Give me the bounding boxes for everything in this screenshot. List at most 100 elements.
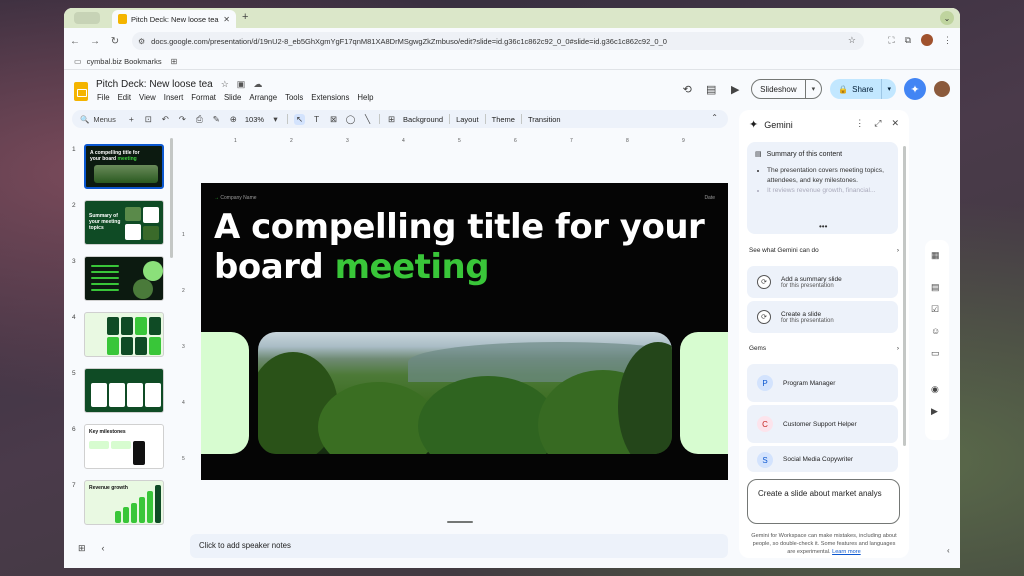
slide-title[interactable]: A compelling title for your board meetin…: [214, 207, 728, 287]
move-folder-icon[interactable]: ▣: [237, 79, 246, 90]
gem-customer-support-helper[interactable]: C Customer Support Helper: [747, 405, 898, 443]
shape-icon[interactable]: ◯: [345, 114, 356, 125]
slide-thumbnail-6[interactable]: Key milestones: [84, 424, 164, 469]
more-dots-icon[interactable]: •••: [819, 222, 827, 231]
date-text[interactable]: Date: [704, 195, 715, 201]
action-create-slide[interactable]: ⟳ Create a slide for this presentation: [747, 301, 898, 333]
new-slide-icon[interactable]: +: [126, 114, 137, 124]
slide-thumbnail-2[interactable]: Summary of your meeting topics: [84, 200, 164, 245]
notes-resize-handle[interactable]: [447, 521, 473, 523]
menu-edit[interactable]: Edit: [118, 93, 131, 102]
menu-view[interactable]: View: [139, 93, 156, 102]
close-tab-icon[interactable]: ✕: [223, 15, 230, 24]
transition-button[interactable]: Transition: [528, 115, 561, 124]
reload-icon[interactable]: ↻: [106, 36, 124, 47]
slides-logo-icon[interactable]: [74, 82, 88, 101]
tab-search-button[interactable]: [74, 12, 100, 24]
slide-canvas[interactable]: Company Name Date A compelling title for…: [201, 183, 728, 480]
gemini-spark-icon[interactable]: ✦: [904, 78, 926, 100]
bookmark-star-icon[interactable]: ☆: [848, 35, 856, 46]
slide-thumbnail-5[interactable]: [84, 368, 164, 413]
action-add-summary-slide[interactable]: ⟳ Add a summary slide for this presentati…: [747, 266, 898, 298]
side-panel-collapse-icon[interactable]: ‹: [947, 546, 950, 555]
learn-more-link[interactable]: Learn more: [832, 549, 861, 555]
drive-folder-icon[interactable]: ▭: [931, 348, 940, 359]
star-icon[interactable]: ☆: [221, 79, 229, 90]
layout-button[interactable]: Layout: [456, 115, 479, 124]
slide-thumbnail-1[interactable]: A compelling title for your board meetin…: [84, 144, 164, 189]
summary-card[interactable]: ▤ Summary of this content The presentatio…: [747, 142, 898, 234]
menu-tools[interactable]: Tools: [285, 93, 303, 102]
slideshow-dropdown-icon[interactable]: ▾: [804, 80, 822, 98]
calendar-icon[interactable]: ▦: [931, 250, 940, 261]
paint-format-icon[interactable]: ✎: [211, 114, 222, 125]
print-icon[interactable]: ⎙: [194, 114, 205, 125]
tasks-icon[interactable]: ☑: [931, 304, 939, 315]
share-button[interactable]: 🔒 Share: [830, 79, 881, 99]
forward-arrow-icon[interactable]: →: [86, 36, 104, 47]
meet-camera-icon[interactable]: ▶: [727, 83, 743, 96]
screenshot-icon[interactable]: ⛶: [888, 35, 894, 46]
slideshow-button[interactable]: Slideshow: [752, 80, 804, 98]
contacts-icon[interactable]: ☺: [931, 326, 940, 336]
collapse-filmstrip-chevron-icon[interactable]: ‹: [102, 543, 105, 554]
record-icon[interactable]: ◉: [931, 384, 939, 395]
image-icon[interactable]: ⊠: [328, 114, 339, 125]
gem-program-manager[interactable]: P Program Manager: [747, 364, 898, 402]
zoom-icon[interactable]: ⊕: [228, 114, 239, 125]
undo-icon[interactable]: ↶: [160, 114, 171, 125]
profile-avatar[interactable]: [921, 34, 933, 46]
see-what-gemini-can-do[interactable]: See what Gemini can do ›: [749, 247, 899, 254]
menu-format[interactable]: Format: [191, 93, 216, 102]
collapse-toolbar-chevron-icon[interactable]: ⌃: [711, 113, 718, 122]
back-arrow-icon[interactable]: ←: [66, 36, 84, 47]
apps-grid-icon[interactable]: ⊞: [171, 57, 178, 66]
zoom-dropdown-icon[interactable]: ▾: [270, 114, 281, 125]
menu-file[interactable]: File: [97, 93, 110, 102]
forest-photo[interactable]: [258, 332, 672, 454]
meet-icon[interactable]: ▶: [931, 406, 938, 417]
speaker-notes[interactable]: Click to add speaker notes: [190, 534, 728, 558]
gem-social-media-copywriter[interactable]: S Social Media Copywriter: [747, 446, 898, 472]
slide-thumbnail-4[interactable]: [84, 312, 164, 357]
browser-tab[interactable]: Pitch Deck: New loose tea - G ✕: [112, 10, 236, 28]
share-dropdown-icon[interactable]: ▾: [881, 79, 896, 99]
background-button[interactable]: Background: [403, 115, 443, 124]
decorative-pill-left[interactable]: [201, 332, 249, 454]
grid-view-icon[interactable]: ⊞: [78, 543, 86, 554]
menu-help[interactable]: Help: [357, 93, 373, 102]
url-field[interactable]: ⚙ docs.google.com/presentation/d/19nU2-8…: [132, 32, 864, 50]
gems-section[interactable]: Gems ›: [749, 345, 899, 352]
decorative-pill-right[interactable]: [680, 332, 728, 454]
cloud-saved-icon[interactable]: ☁: [253, 79, 262, 90]
comments-icon[interactable]: ▤: [703, 83, 719, 96]
slide-thumbnail-3[interactable]: [84, 256, 164, 301]
menus-search[interactable]: 🔍 Menus: [80, 115, 120, 124]
document-title[interactable]: Pitch Deck: New loose tea: [96, 79, 213, 90]
menu-extensions[interactable]: Extensions: [311, 93, 349, 102]
text-box-icon[interactable]: T: [311, 114, 322, 124]
new-tab-icon[interactable]: +: [242, 11, 248, 23]
tab-list-chevron-icon[interactable]: ⌄: [940, 11, 954, 25]
menu-insert[interactable]: Insert: [164, 93, 184, 102]
user-avatar[interactable]: [934, 81, 950, 97]
filmstrip-scrollbar[interactable]: [170, 138, 173, 258]
line-icon[interactable]: ╲: [362, 114, 373, 125]
select-cursor-icon[interactable]: ↖: [294, 113, 306, 125]
close-icon[interactable]: ✕: [891, 118, 899, 129]
company-name-text[interactable]: Company Name: [214, 195, 256, 201]
theme-button[interactable]: Theme: [492, 115, 515, 124]
extensions-icon[interactable]: ⧉: [905, 35, 911, 46]
gemini-prompt-input[interactable]: Create a slide about market analys: [747, 479, 900, 524]
bookmark-folder[interactable]: cymbal.biz Bookmarks: [87, 57, 162, 66]
slide-thumbnail-7[interactable]: Revenue growth: [84, 480, 164, 525]
browser-menu-icon[interactable]: ⋮: [943, 35, 952, 46]
gemini-scrollbar[interactable]: [903, 146, 906, 446]
layout-dropdown-icon[interactable]: ⊡: [143, 114, 154, 125]
version-history-icon[interactable]: ⟲: [679, 83, 695, 96]
zoom-value[interactable]: 103%: [245, 115, 264, 124]
comment-add-icon[interactable]: ⊞: [386, 114, 397, 125]
site-info-icon[interactable]: ⚙: [138, 37, 145, 46]
keep-icon[interactable]: ▤: [931, 282, 940, 293]
more-options-icon[interactable]: ⋮: [855, 118, 864, 129]
